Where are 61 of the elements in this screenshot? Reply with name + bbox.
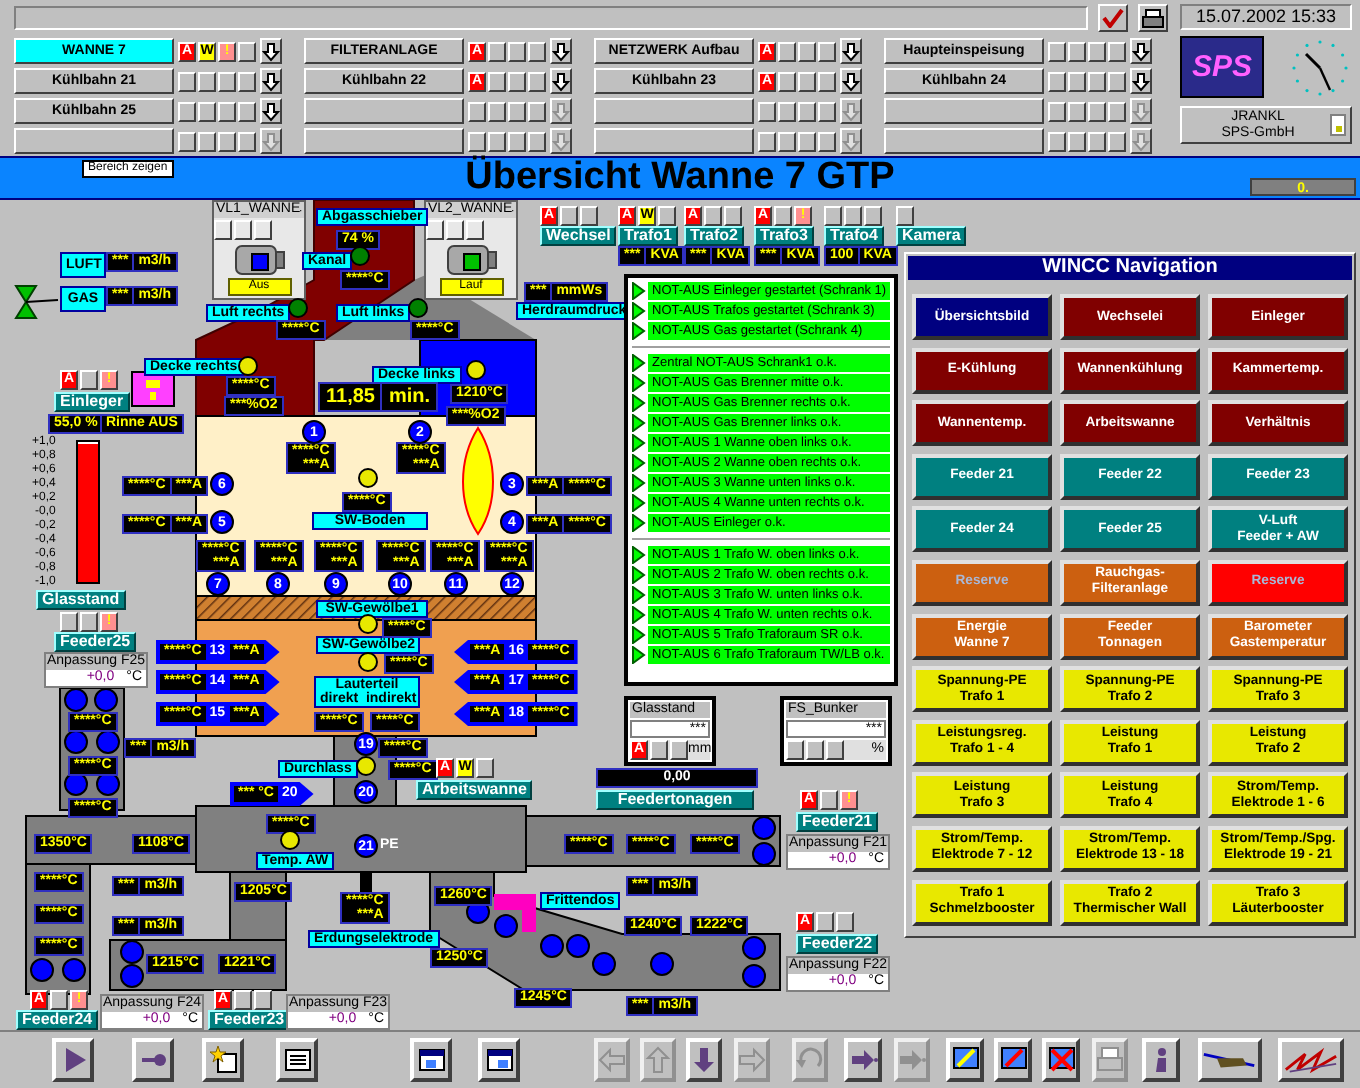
unit-button[interactable]: Feeder22 — [796, 934, 879, 954]
unit-button[interactable]: Trafo1 — [618, 226, 679, 246]
area-open-button[interactable] — [260, 68, 282, 94]
logo: SPS — [1180, 36, 1264, 98]
flame — [462, 427, 494, 535]
area-open-button[interactable] — [1130, 68, 1152, 94]
unit-button[interactable]: Feeder25 — [54, 632, 137, 652]
printer-icon — [1096, 1046, 1124, 1074]
indicator-lamp — [820, 790, 838, 810]
indicator-lamp — [774, 206, 792, 226]
unit-button[interactable]: Wechsel — [540, 226, 617, 246]
indicator-lamp — [658, 206, 676, 226]
crossed-monitor-icon — [1047, 1046, 1075, 1074]
monitor-icon — [951, 1046, 979, 1074]
arrow-icon — [849, 1046, 877, 1074]
area-open-button[interactable] — [550, 38, 572, 64]
unit-button[interactable]: Feeder24 — [16, 1010, 99, 1030]
area-open-button[interactable] — [1130, 38, 1152, 64]
up-arrow-icon — [644, 1046, 672, 1074]
valve-icon[interactable] — [14, 285, 59, 319]
unit-button[interactable]: Trafo2 — [684, 226, 745, 246]
indicator-lamp — [476, 758, 494, 778]
indicator-lamp — [50, 990, 68, 1010]
printer-icon — [1142, 7, 1164, 27]
list-icon — [283, 1046, 311, 1074]
page-title: Übersicht Wanne 7 GTP — [465, 158, 895, 198]
document-icon — [209, 1046, 237, 1074]
unit-button[interactable]: Glasstand — [36, 590, 126, 610]
indicator-lamp — [80, 370, 98, 390]
print-button[interactable] — [1138, 3, 1168, 31]
acknowledge-button[interactable] — [1098, 3, 1128, 31]
area-open-button[interactable] — [260, 38, 282, 64]
monitor-icon — [999, 1046, 1027, 1074]
area-open-button[interactable] — [260, 98, 282, 124]
feeder-icon — [131, 371, 175, 407]
checkmark-icon — [1102, 7, 1124, 27]
arrow-icon — [898, 1046, 926, 1074]
area-open-button[interactable] — [840, 68, 862, 94]
right-arrow-icon — [738, 1046, 766, 1074]
value-readout: 11,85 min. — [318, 382, 439, 412]
unit-button[interactable]: Trafo3 — [754, 226, 815, 246]
down-arrow-icon — [690, 1046, 718, 1074]
unit-button[interactable]: Arbeitswanne — [416, 780, 533, 800]
scribble-icon — [1282, 1046, 1340, 1074]
left-arrow-icon — [598, 1046, 626, 1074]
clock-drawing — [1292, 40, 1348, 96]
document-icon — [1330, 114, 1346, 136]
area-open-button[interactable] — [550, 68, 572, 94]
unit-button[interactable]: Feeder21 — [796, 812, 879, 832]
unit-button[interactable]: Kamera — [896, 226, 967, 246]
unit-button[interactable]: Feeder23 — [208, 1010, 291, 1030]
window-icon — [485, 1046, 513, 1074]
dosing-unit — [494, 894, 536, 932]
unit-button[interactable]: Trafo4 — [824, 226, 885, 246]
datetime-display: 15.07.2002 15:33 — [1180, 4, 1352, 30]
unit-button[interactable]: Feedertonagen — [596, 790, 754, 810]
window-icon — [417, 1046, 445, 1074]
unit-button[interactable]: Einleger — [54, 392, 130, 412]
panel-title: WINCC Navigation — [908, 256, 1352, 280]
area-open-button[interactable] — [840, 38, 862, 64]
electrode-rod — [360, 872, 372, 892]
